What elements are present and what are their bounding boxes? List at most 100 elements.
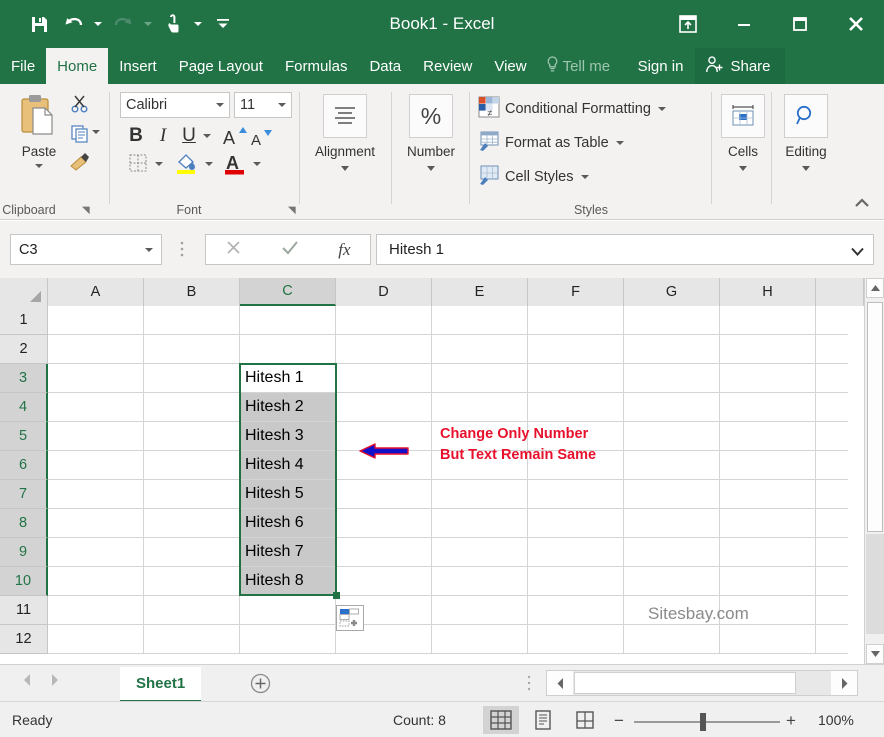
grid-cell[interactable]: [432, 306, 528, 335]
tab-formulas[interactable]: Formulas: [274, 48, 359, 84]
grid-cell[interactable]: [48, 567, 144, 596]
grid-cell[interactable]: [528, 364, 624, 393]
row-header-5[interactable]: 5: [0, 422, 48, 451]
grid-cell[interactable]: [432, 596, 528, 625]
grid-cell[interactable]: [624, 335, 720, 364]
row-header-9[interactable]: 9: [0, 538, 48, 567]
grid-cell[interactable]: [48, 480, 144, 509]
row-header-11[interactable]: 11: [0, 596, 48, 625]
grid-cell[interactable]: [48, 451, 144, 480]
tab-file[interactable]: File: [0, 48, 46, 84]
copy-dropdown-caret-icon[interactable]: [92, 130, 100, 134]
row-header-2[interactable]: 2: [0, 335, 48, 364]
grid-cell[interactable]: [816, 625, 848, 654]
grid-cell[interactable]: [48, 393, 144, 422]
grid-cell[interactable]: [720, 567, 816, 596]
grid-cell[interactable]: [240, 625, 336, 654]
row-header-3[interactable]: 3: [0, 364, 48, 393]
shrink-font-button[interactable]: A: [250, 126, 276, 150]
vertical-scrollbar[interactable]: [864, 278, 884, 664]
zoom-slider-track[interactable]: [634, 721, 780, 723]
grid-cell[interactable]: [816, 480, 848, 509]
tab-insert[interactable]: Insert: [108, 48, 168, 84]
column-header-c[interactable]: C: [240, 278, 336, 306]
share-button[interactable]: Share: [695, 48, 785, 84]
conditional-formatting-button[interactable]: ≠ Conditional Formatting: [478, 96, 666, 122]
row-header-8[interactable]: 8: [0, 509, 48, 538]
expand-formula-bar-icon[interactable]: [851, 244, 864, 259]
row-header-7[interactable]: 7: [0, 480, 48, 509]
grid-cell[interactable]: [624, 625, 720, 654]
grid-cell[interactable]: [336, 509, 432, 538]
underline-button[interactable]: U: [178, 124, 200, 148]
grow-font-button[interactable]: A: [222, 124, 248, 148]
editing-dropdown-caret-icon[interactable]: [802, 166, 810, 171]
zoom-slider-thumb[interactable]: [700, 713, 706, 731]
row-header-1[interactable]: 1: [0, 306, 48, 335]
column-header-a[interactable]: A: [48, 278, 144, 306]
column-header-e[interactable]: E: [432, 278, 528, 306]
customize-qat-icon[interactable]: [206, 7, 240, 41]
grid-cell[interactable]: [624, 451, 720, 480]
format-as-table-button[interactable]: Format as Table: [478, 130, 624, 156]
sheet-bar-splitter[interactable]: [527, 675, 531, 695]
clipboard-dialog-launcher[interactable]: ◥: [82, 205, 90, 216]
column-header-h[interactable]: H: [720, 278, 816, 306]
grid-cell[interactable]: [720, 393, 816, 422]
grid-cell[interactable]: [816, 364, 848, 393]
underline-dropdown-caret-icon[interactable]: [200, 129, 214, 143]
scroll-right-arrow-icon[interactable]: [831, 671, 857, 695]
cell-C10[interactable]: Hitesh 8: [240, 567, 336, 596]
grid-cell[interactable]: [624, 306, 720, 335]
conditional-formatting-caret-icon[interactable]: [657, 107, 666, 111]
close-icon[interactable]: [828, 0, 884, 48]
scroll-left-arrow-icon[interactable]: [547, 671, 573, 695]
paste-button[interactable]: Paste: [10, 92, 68, 184]
editing-button[interactable]: Editing: [775, 90, 837, 200]
grid-cell[interactable]: [336, 480, 432, 509]
fill-color-dropdown-caret-icon[interactable]: [202, 157, 216, 171]
grid-cell[interactable]: [432, 393, 528, 422]
italic-button[interactable]: I: [152, 124, 174, 148]
cell-styles-caret-icon[interactable]: [580, 175, 589, 179]
grid-cell[interactable]: [144, 480, 240, 509]
cells-button[interactable]: Cells: [712, 90, 774, 200]
format-as-table-caret-icon[interactable]: [615, 141, 624, 145]
scroll-down-arrow-icon[interactable]: [866, 644, 884, 664]
redo-dropdown-caret-icon[interactable]: [140, 7, 156, 41]
tell-me-search[interactable]: Tell me: [538, 48, 630, 84]
grid-cell[interactable]: [432, 625, 528, 654]
grid-cell[interactable]: [528, 625, 624, 654]
insert-function-icon[interactable]: fx: [338, 240, 350, 260]
grid-cell[interactable]: [336, 567, 432, 596]
grid-cell[interactable]: [144, 596, 240, 625]
grid-cell[interactable]: [432, 509, 528, 538]
grid-cell[interactable]: [816, 306, 848, 335]
grid-cell[interactable]: [144, 625, 240, 654]
grid-cell[interactable]: [48, 335, 144, 364]
grid-cell[interactable]: [720, 335, 816, 364]
formula-input[interactable]: Hitesh 1: [376, 234, 874, 265]
touch-mouse-mode-icon[interactable]: [156, 7, 190, 41]
grid-cell[interactable]: [528, 509, 624, 538]
paste-dropdown-caret-icon[interactable]: [35, 164, 43, 168]
grid-cell[interactable]: [720, 625, 816, 654]
copy-icon[interactable]: [70, 124, 90, 144]
grid-cell[interactable]: [528, 306, 624, 335]
grid-cell[interactable]: [528, 538, 624, 567]
row-header-6[interactable]: 6: [0, 451, 48, 480]
enter-check-icon[interactable]: [281, 239, 299, 261]
vertical-scroll-track[interactable]: [866, 534, 884, 634]
grid-cell[interactable]: [816, 596, 848, 625]
grid-cell[interactable]: [624, 480, 720, 509]
touch-mode-dropdown-caret-icon[interactable]: [190, 7, 206, 41]
grid-cell[interactable]: [432, 538, 528, 567]
font-name-caret-icon[interactable]: [216, 103, 224, 107]
bold-button[interactable]: B: [125, 124, 147, 148]
grid-cell[interactable]: [48, 509, 144, 538]
restore-icon[interactable]: [772, 0, 828, 48]
grid-cell[interactable]: [240, 306, 336, 335]
alignment-button[interactable]: Alignment: [314, 90, 376, 200]
font-size-input[interactable]: 11: [234, 92, 292, 118]
row-header-4[interactable]: 4: [0, 393, 48, 422]
